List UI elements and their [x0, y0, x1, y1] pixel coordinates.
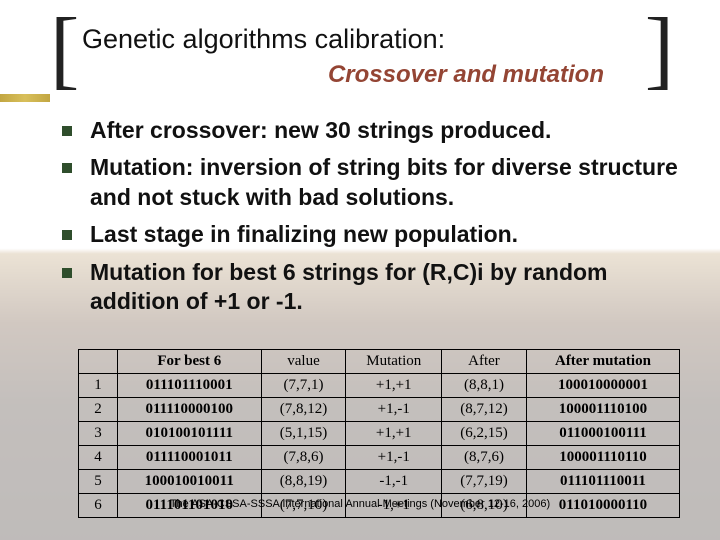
cell-after: (6,2,15) [441, 422, 526, 446]
bullet-text: Last stage in finalizing new population. [90, 221, 518, 247]
bullet-text: After crossover: new 30 strings produced… [90, 117, 551, 143]
cell-value: (7,7,1) [261, 374, 346, 398]
table-row: 4 011110001011 (7,8,6) +1,-1 (8,7,6) 100… [79, 446, 680, 470]
cell-value: (8,8,19) [261, 470, 346, 494]
cell-mutation: +1,+1 [346, 422, 442, 446]
cell-string: 011101110001 [118, 374, 262, 398]
cell-after-mutation: 011010000110 [526, 494, 679, 518]
col-value: value [261, 350, 346, 374]
col-best6: For best 6 [118, 350, 262, 374]
bullet-item: Mutation: inversion of string bits for d… [58, 153, 696, 212]
cell-value: (7,7,10) [261, 494, 346, 518]
bullet-text: Mutation for best 6 strings for (R,C)i b… [90, 259, 608, 314]
col-after-mutation: After mutation [526, 350, 679, 374]
col-mutation: Mutation [346, 350, 442, 374]
cell-after: (8,7,6) [441, 446, 526, 470]
cell-mutation: +1,+1 [346, 374, 442, 398]
cell-value: (7,8,12) [261, 398, 346, 422]
cell-after: (8,7,12) [441, 398, 526, 422]
gold-accent-bar [0, 94, 50, 102]
slide-subtitle: Crossover and mutation [56, 61, 604, 89]
table-row: 2 011110000100 (7,8,12) +1,-1 (8,7,12) 1… [79, 398, 680, 422]
table-row: 5 100010010011 (8,8,19) -1,-1 (7,7,19) 0… [79, 470, 680, 494]
cell-mutation: +1,-1 [346, 446, 442, 470]
slide: [ ] Genetic algorithms calibration: Cros… [0, 0, 720, 540]
row-index: 1 [79, 374, 118, 398]
cell-string: 011110000100 [118, 398, 262, 422]
row-index: 5 [79, 470, 118, 494]
cell-after: (8,8,1) [441, 374, 526, 398]
bracket-right-icon: ] [645, 6, 674, 94]
cell-string: 011110001011 [118, 446, 262, 470]
cell-string: 010100101111 [118, 422, 262, 446]
cell-mutation: -1,+1 [346, 494, 442, 518]
cell-mutation: -1,-1 [346, 470, 442, 494]
cell-string: 100010010011 [118, 470, 262, 494]
cell-after: (6,8,10) [441, 494, 526, 518]
cell-mutation: +1,-1 [346, 398, 442, 422]
content-area: After crossover: new 30 strings produced… [58, 116, 696, 325]
cell-after-mutation: 100010000001 [526, 374, 679, 398]
bullet-item: Last stage in finalizing new population. [58, 220, 696, 249]
slide-title: Genetic algorithms calibration: [82, 24, 672, 55]
cell-value: (5,1,15) [261, 422, 346, 446]
col-after: After [441, 350, 526, 374]
row-index: 2 [79, 398, 118, 422]
cell-string: 011101101010 [118, 494, 262, 518]
bullet-list: After crossover: new 30 strings produced… [58, 116, 696, 317]
bullet-text: Mutation: inversion of string bits for d… [90, 154, 678, 209]
table-row: 1 011101110001 (7,7,1) +1,+1 (8,8,1) 100… [79, 374, 680, 398]
header: [ ] Genetic algorithms calibration: Cros… [56, 24, 672, 89]
col-blank [79, 350, 118, 374]
cell-after: (7,7,19) [441, 470, 526, 494]
row-index: 6 [79, 494, 118, 518]
cell-value: (7,8,6) [261, 446, 346, 470]
table-row: 3 010100101111 (5,1,15) +1,+1 (6,2,15) 0… [79, 422, 680, 446]
mutation-table-wrap: For best 6 value Mutation After After mu… [78, 349, 680, 518]
bullet-item: Mutation for best 6 strings for (R,C)i b… [58, 258, 696, 317]
row-index: 3 [79, 422, 118, 446]
mutation-table: For best 6 value Mutation After After mu… [78, 349, 680, 518]
row-index: 4 [79, 446, 118, 470]
bracket-left-icon: [ [50, 6, 79, 94]
cell-after-mutation: 011000100111 [526, 422, 679, 446]
table-header-row: For best 6 value Mutation After After mu… [79, 350, 680, 374]
table-row: 6 011101101010 (7,7,10) -1,+1 (6,8,10) 0… [79, 494, 680, 518]
cell-after-mutation: 100001110100 [526, 398, 679, 422]
bullet-item: After crossover: new 30 strings produced… [58, 116, 696, 145]
cell-after-mutation: 011101110011 [526, 470, 679, 494]
cell-after-mutation: 100001110110 [526, 446, 679, 470]
